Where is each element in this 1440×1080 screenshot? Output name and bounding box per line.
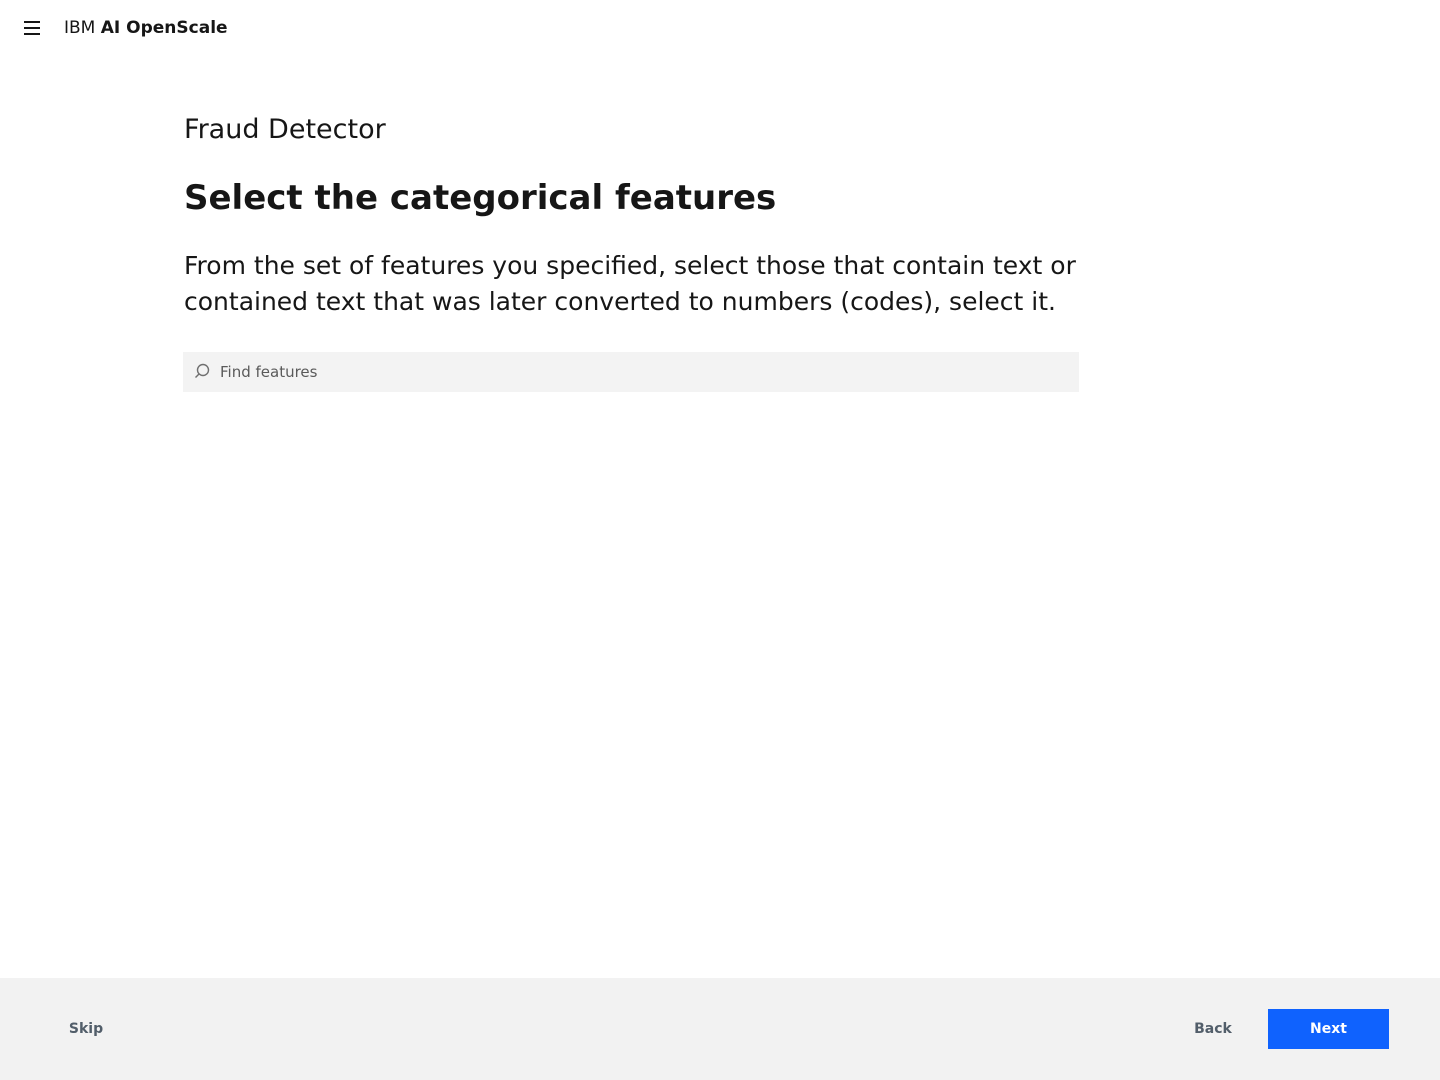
next-button[interactable]: Next — [1268, 1009, 1389, 1049]
main-content: Fraud Detector Select the categorical fe… — [184, 112, 1084, 320]
search-icon — [195, 363, 210, 378]
app-brand[interactable]: IBM AI OpenScale — [64, 17, 228, 39]
page-title: Select the categorical features — [184, 178, 777, 218]
hamburger-menu-icon — [24, 21, 40, 35]
hamburger-menu-button[interactable] — [16, 12, 48, 44]
feature-search — [183, 352, 1079, 392]
wizard-footer: Skip Back Next — [0, 978, 1440, 1080]
search-input[interactable] — [220, 352, 1070, 392]
app-header: IBM AI OpenScale — [0, 0, 1440, 56]
page-description: From the set of features you specified, … — [184, 251, 1076, 316]
brand-product: AI OpenScale — [100, 18, 228, 38]
model-name: Fraud Detector — [184, 114, 386, 145]
back-button[interactable]: Back — [1178, 1009, 1248, 1049]
brand-prefix: IBM — [64, 18, 96, 38]
skip-button[interactable]: Skip — [56, 1009, 116, 1049]
